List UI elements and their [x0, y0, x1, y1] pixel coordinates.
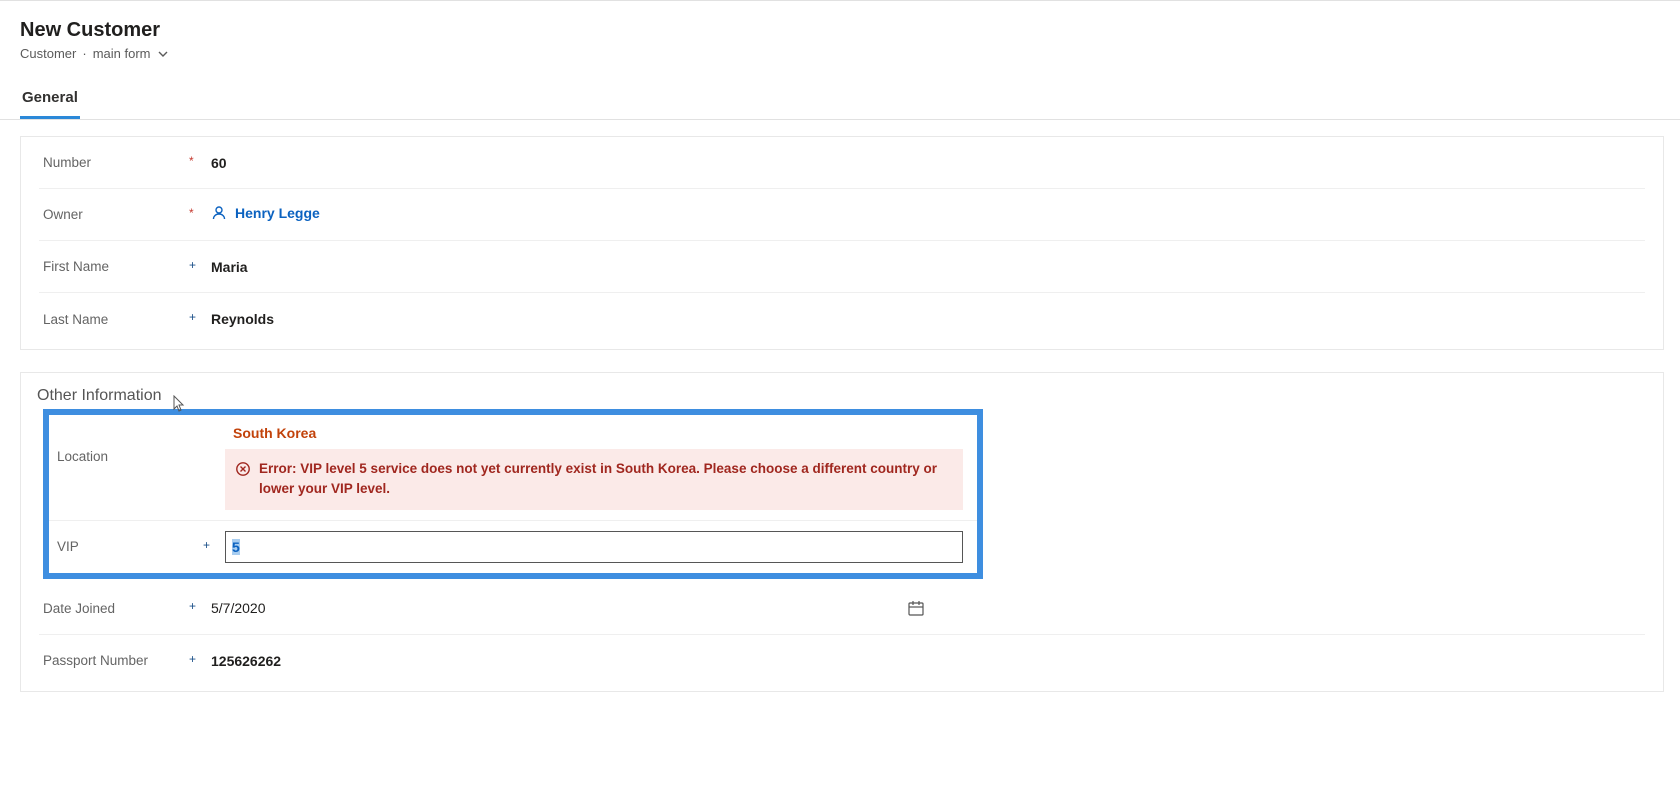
number-label: Number: [39, 155, 189, 170]
location-value[interactable]: South Korea: [225, 419, 963, 449]
vip-label: VIP: [53, 539, 203, 554]
passport-number-value[interactable]: 125626262: [211, 653, 1645, 669]
first-name-value[interactable]: Maria: [211, 259, 1645, 275]
date-joined-label: Date Joined: [39, 601, 189, 616]
recommended-marker-icon: +: [189, 653, 211, 665]
calendar-icon[interactable]: [907, 599, 925, 617]
chevron-down-icon[interactable]: [157, 48, 169, 60]
highlighted-region: Location South Korea Error: VIP level 5 …: [43, 409, 983, 579]
page-title: New Customer: [20, 19, 1660, 42]
last-name-value[interactable]: Reynolds: [211, 311, 1645, 327]
tab-general[interactable]: General: [20, 83, 80, 119]
error-icon: [235, 459, 251, 500]
breadcrumb-form[interactable]: main form: [93, 46, 151, 61]
breadcrumb-entity: Customer: [20, 46, 76, 61]
number-value[interactable]: 60: [211, 155, 1645, 171]
breadcrumb-separator-icon: ·: [82, 46, 86, 61]
passport-number-label: Passport Number: [39, 653, 189, 668]
recommended-marker-icon: +: [203, 539, 225, 551]
recommended-marker-icon: +: [189, 259, 211, 271]
date-joined-value[interactable]: 5/7/2020: [211, 598, 931, 618]
required-marker-icon: *: [189, 207, 211, 219]
location-label: Location: [53, 419, 203, 464]
person-icon: [211, 205, 227, 221]
first-name-label: First Name: [39, 259, 189, 274]
required-marker-icon: *: [189, 155, 211, 167]
owner-lookup[interactable]: Henry Legge: [211, 205, 320, 221]
location-error-text: Error: VIP level 5 service does not yet …: [259, 459, 951, 500]
breadcrumb: Customer · main form: [20, 46, 1660, 61]
vip-input[interactable]: [225, 531, 963, 563]
location-error-banner: Error: VIP level 5 service does not yet …: [225, 449, 963, 510]
owner-label: Owner: [39, 207, 189, 222]
last-name-label: Last Name: [39, 312, 189, 327]
owner-value: Henry Legge: [235, 205, 320, 221]
other-information-heading: Other Information: [21, 373, 1663, 407]
recommended-marker-icon: +: [189, 600, 211, 612]
recommended-marker-icon: +: [189, 311, 211, 323]
